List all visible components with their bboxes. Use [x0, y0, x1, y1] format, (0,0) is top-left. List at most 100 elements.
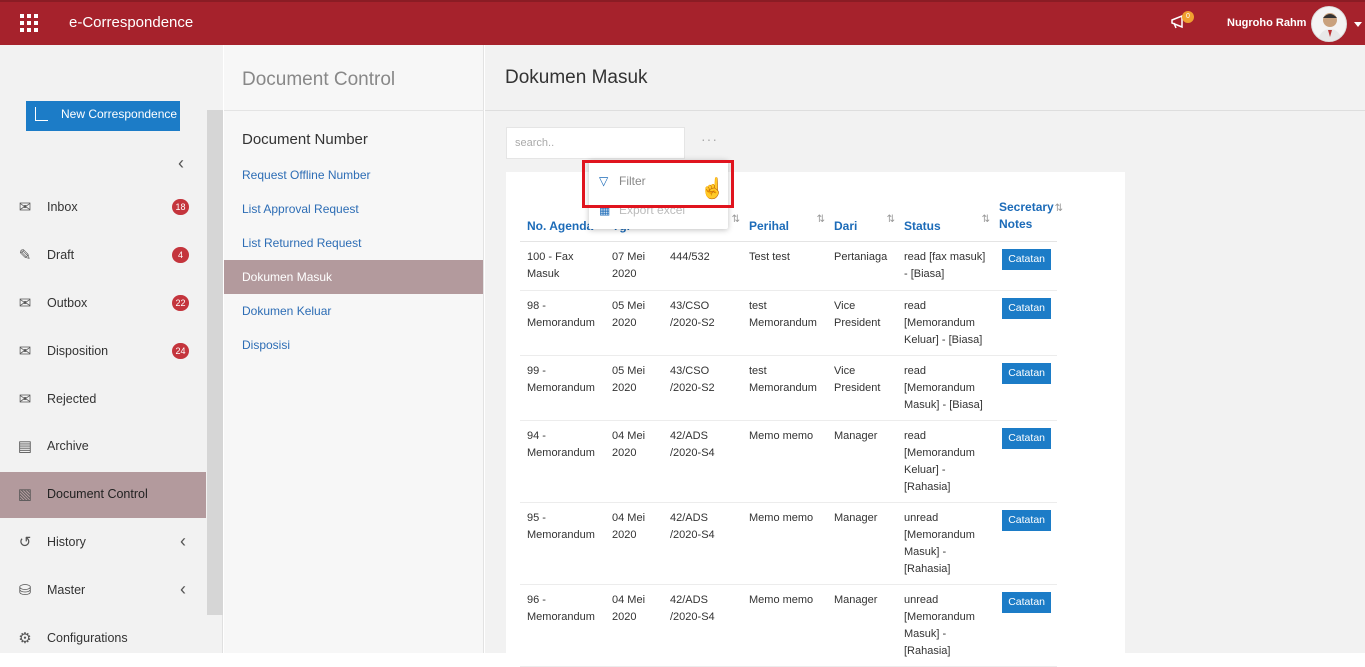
- cell-nomor: 43/CSO /2020-S2: [663, 290, 742, 356]
- cell-agenda: 98 - Memorandum: [520, 290, 605, 356]
- sidebar-item-label: Draft: [47, 248, 75, 262]
- cell-dari: Manager: [827, 584, 897, 667]
- cell-tgl: 07 Mei 2020: [605, 241, 663, 291]
- link-label: Dokumen Masuk: [242, 270, 333, 284]
- notification-button[interactable]: 0: [1170, 11, 1194, 33]
- link-dokumen-keluar[interactable]: Dokumen Keluar: [224, 294, 483, 328]
- disposition-icon: ✉: [18, 343, 32, 360]
- cell-status: read [Memorandum Masuk] - [Biasa]: [897, 355, 992, 421]
- sidebar-item-document-control[interactable]: ▧ Document Control: [0, 472, 206, 518]
- cell-perihal: Memo memo: [742, 420, 827, 503]
- new-correspondence-label: New Correspondence: [61, 107, 178, 121]
- cell-nomor: 42/ADS /2020-S4: [663, 502, 742, 585]
- sidebar-item-label: Disposition: [47, 344, 109, 358]
- master-icon: ⛁: [18, 582, 32, 599]
- panel-title: Document Control: [242, 69, 396, 90]
- table-row: 100 - Fax Masuk 07 Mei 2020 444/532 Test…: [520, 241, 1057, 291]
- gear-icon: ⚙: [18, 630, 32, 647]
- link-list-returned-request[interactable]: List Returned Request: [224, 226, 483, 260]
- cell-perihal: test Memorandum: [742, 355, 827, 421]
- catatan-button[interactable]: Catatan: [1002, 427, 1051, 449]
- cell-status: read [Memorandum Keluar] - [Rahasia]: [897, 420, 992, 503]
- sidebar-item-rejected[interactable]: ✉ Rejected: [0, 377, 206, 423]
- document-control-icon: ▧: [17, 486, 33, 503]
- cell-perihal: Memo memo: [742, 584, 827, 667]
- table-row: 99 - Memorandum 05 Mei 2020 43/CSO /2020…: [520, 355, 1057, 421]
- count-badge: 4: [172, 247, 189, 263]
- link-list-approval-request[interactable]: List Approval Request: [224, 192, 483, 226]
- column-label: Secretary Notes: [999, 199, 1054, 231]
- cell-dari: Manager: [827, 502, 897, 585]
- cell-status: read [fax masuk] - [Biasa]: [897, 241, 992, 291]
- count-badge: 24: [172, 343, 189, 359]
- cell-status: unread [Memorandum Masuk] - [Rahasia]: [897, 502, 992, 585]
- chevron-left-icon: ‹: [180, 531, 186, 551]
- count-badge: 18: [172, 199, 189, 215]
- catatan-button[interactable]: Catatan: [1002, 362, 1051, 384]
- avatar[interactable]: [1311, 6, 1347, 42]
- document-table-card: No. Agenda Tgl ⇅ Perihal⇅ Dari⇅ Status⇅ …: [506, 172, 1125, 667]
- table-row: 94 - Memorandum 04 Mei 2020 42/ADS /2020…: [520, 420, 1057, 503]
- link-request-offline-number[interactable]: Request Offline Number: [224, 158, 483, 192]
- cell-dari: Pertaniaga: [827, 241, 897, 291]
- link-dokumen-masuk[interactable]: Dokumen Masuk: [224, 260, 483, 294]
- app-title[interactable]: e-Correspondence: [69, 14, 193, 31]
- cell-nomor: 444/532: [663, 241, 742, 291]
- document-control-panel: Document Control Document Number Request…: [224, 45, 484, 653]
- user-menu-caret-icon[interactable]: [1354, 22, 1362, 27]
- catatan-button[interactable]: Catatan: [1002, 591, 1051, 613]
- search-input[interactable]: search..: [506, 127, 685, 159]
- sidebar-item-label: Master: [47, 583, 86, 597]
- cell-agenda: 95 - Memorandum: [520, 502, 605, 585]
- sort-icon: ⇅: [981, 213, 990, 225]
- cell-nomor: 43/CSO /2020-S2: [663, 355, 742, 421]
- cell-agenda: 99 - Memorandum: [520, 355, 605, 421]
- cell-perihal: test Memorandum: [742, 290, 827, 356]
- sidebar-item-archive[interactable]: ▤ Archive: [0, 424, 206, 470]
- user-name[interactable]: Nugroho Rahm: [1227, 17, 1306, 29]
- cell-tgl: 05 Mei 2020: [605, 290, 663, 356]
- column-header-perihal[interactable]: Perihal ⇅: [742, 195, 827, 242]
- archive-icon: ▤: [17, 438, 33, 455]
- app-grid-icon[interactable]: [20, 14, 38, 32]
- catatan-button[interactable]: Catatan: [1002, 509, 1051, 531]
- cell-nomor: 42/ADS /2020-S4: [663, 420, 742, 503]
- document-table: No. Agenda Tgl ⇅ Perihal⇅ Dari⇅ Status⇅ …: [520, 195, 1063, 667]
- sidebar-item-disposition[interactable]: ✉ Disposition 24: [0, 329, 206, 375]
- link-label: Disposisi: [242, 338, 291, 352]
- inbox-icon: ✉: [18, 199, 32, 216]
- sidebar-item-master[interactable]: ⛁ Master ‹: [0, 568, 206, 614]
- link-label: List Returned Request: [242, 236, 362, 250]
- outbox-icon: ✉: [18, 295, 32, 312]
- section-title: Document Number: [242, 131, 368, 148]
- cell-agenda: 100 - Fax Masuk: [520, 241, 605, 291]
- column-header-status[interactable]: Status ⇅: [897, 195, 992, 242]
- column-label: Status: [904, 218, 941, 233]
- column-header-dari[interactable]: Dari ⇅: [827, 195, 897, 242]
- column-label: Perihal: [749, 218, 790, 233]
- sidebar-item-label: Archive: [47, 439, 89, 453]
- catatan-button[interactable]: Catatan: [1002, 297, 1051, 319]
- collapse-sidebar-icon[interactable]: ‹: [178, 153, 184, 174]
- table-row: 95 - Memorandum 04 Mei 2020 42/ADS /2020…: [520, 502, 1057, 585]
- sidebar-item-draft[interactable]: ✎ Draft 4: [0, 233, 206, 279]
- sidebar-item-label: Rejected: [47, 392, 97, 406]
- cell-tgl: 04 Mei 2020: [605, 420, 663, 503]
- sidebar-item-outbox[interactable]: ✉ Outbox 22: [0, 281, 206, 327]
- more-options-button[interactable]: ···: [701, 131, 718, 147]
- catatan-button[interactable]: Catatan: [1002, 248, 1051, 270]
- column-header-secretary-notes[interactable]: Secretary Notes ⇅: [992, 195, 1063, 242]
- rejected-icon: ✉: [18, 391, 32, 408]
- sidebar-scrollbar[interactable]: [207, 110, 223, 615]
- table-row: 96 - Memorandum 04 Mei 2020 42/ADS /2020…: [520, 584, 1057, 667]
- sidebar-item-configurations[interactable]: ⚙ Configurations: [0, 616, 206, 662]
- sidebar-item-label: Configurations: [47, 631, 128, 645]
- sidebar-item-label: Outbox: [47, 296, 88, 310]
- sidebar-item-inbox[interactable]: ✉ Inbox 18: [0, 185, 206, 231]
- cell-tgl: 04 Mei 2020: [605, 502, 663, 585]
- link-disposisi[interactable]: Disposisi: [224, 328, 483, 362]
- sort-icon: ⇅: [731, 213, 740, 225]
- new-correspondence-button[interactable]: New Correspondence: [26, 101, 180, 131]
- sidebar-item-history[interactable]: ↺ History ‹: [0, 520, 206, 566]
- cell-status: read [Memorandum Keluar] - [Biasa]: [897, 290, 992, 356]
